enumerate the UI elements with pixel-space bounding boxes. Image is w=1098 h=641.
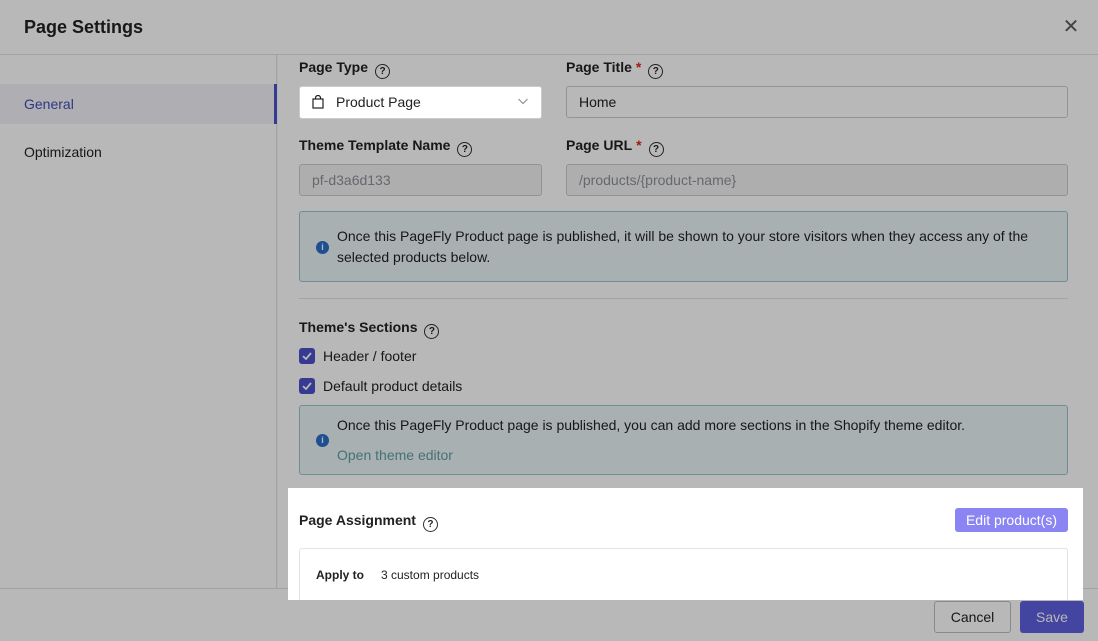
cancel-button[interactable]: Cancel <box>934 601 1011 633</box>
help-icon[interactable]: ? <box>648 142 664 157</box>
default-product-details-checkbox[interactable] <box>299 378 315 394</box>
theme-sections-label-text: Theme's Sections <box>299 319 418 335</box>
sidebar-item-optimization[interactable]: Optimization <box>0 132 277 172</box>
page-assignment-label-text: Page Assignment <box>299 512 416 528</box>
header-footer-label: Header / footer <box>323 348 417 364</box>
checkmark-icon <box>302 352 312 361</box>
page-title-input[interactable]: Home <box>566 86 1068 118</box>
chevron-down-icon <box>518 98 528 105</box>
shopping-bag-icon <box>312 95 324 109</box>
help-icon[interactable]: ? <box>424 324 440 339</box>
apply-to-value: 3 custom products <box>381 568 480 582</box>
default-product-details-label: Default product details <box>323 378 463 394</box>
close-icon[interactable]: ✕ <box>1060 16 1082 38</box>
info-icon: i <box>316 434 329 447</box>
edit-products-button[interactable]: Edit product(s) <box>955 508 1068 532</box>
theme-template-input: pf-d3a6d133 <box>299 164 542 196</box>
help-icon[interactable]: ? <box>422 517 438 532</box>
apply-to-box: Apply to 3 custom products <box>299 548 1068 600</box>
help-icon[interactable]: ? <box>648 64 664 79</box>
sidebar: General Optimization <box>0 55 277 588</box>
page-url-input: /products/{product-name} <box>566 164 1068 196</box>
sidebar-item-general[interactable]: General <box>0 84 277 124</box>
theme-template-label: Theme Template Name? <box>299 137 473 157</box>
apply-to-label: Apply to <box>316 568 364 582</box>
info-icon: i <box>316 241 329 254</box>
help-icon[interactable]: ? <box>457 142 473 157</box>
page-url-label-text: Page URL <box>566 137 633 153</box>
checkmark-icon <box>302 382 312 391</box>
page-type-label-text: Page Type <box>299 59 368 75</box>
page-type-select[interactable]: Product Page <box>299 86 542 119</box>
page-title-label: Page Title *? <box>566 59 664 79</box>
open-theme-editor-link[interactable]: Open theme editor <box>337 445 453 466</box>
page-title-label-text: Page Title <box>566 59 632 75</box>
page-type-value: Product Page <box>336 94 421 110</box>
theme-sections-label: Theme's Sections? <box>299 319 440 339</box>
modal-title: Page Settings <box>24 17 144 37</box>
modal-header: Page Settings ✕ <box>0 0 1098 55</box>
required-mark: * <box>636 137 642 153</box>
info-banner-sections: i Once this PageFly Product page is publ… <box>299 405 1068 475</box>
page-assignment-panel: Page Assignment? Edit product(s) Apply t… <box>288 488 1083 600</box>
info-banner-product-page: i Once this PageFly Product page is publ… <box>299 211 1068 282</box>
banner-text: Once this PageFly Product page is publis… <box>337 228 1029 265</box>
page-url-label: Page URL *? <box>566 137 664 157</box>
save-button[interactable]: Save <box>1020 601 1084 633</box>
header-footer-checkbox[interactable] <box>299 348 315 364</box>
divider <box>299 298 1068 299</box>
page-type-label: Page Type? <box>299 59 390 79</box>
theme-template-label-text: Theme Template Name <box>299 137 451 153</box>
banner-text: Once this PageFly Product page is publis… <box>337 417 966 433</box>
help-icon[interactable]: ? <box>375 64 390 79</box>
page-assignment-label: Page Assignment? <box>299 512 438 532</box>
required-mark: * <box>635 59 642 75</box>
